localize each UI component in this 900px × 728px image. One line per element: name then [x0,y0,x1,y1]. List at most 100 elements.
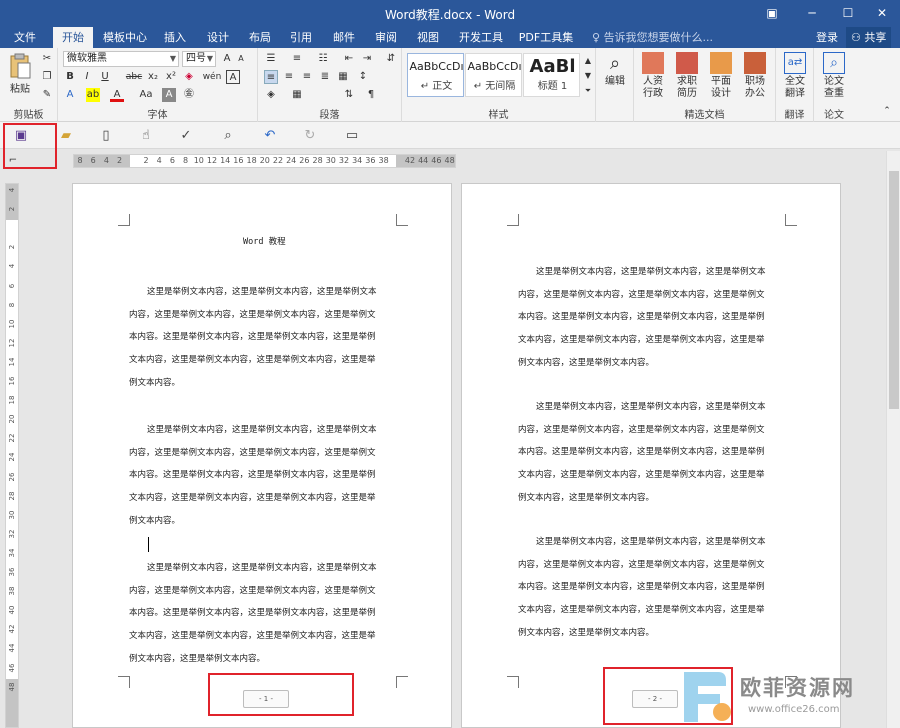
chinese-layout-icon[interactable]: ⇵ [384,52,398,66]
ruler-tick-label: 6 [169,156,175,165]
format-painter-icon[interactable]: ✎ [40,88,54,102]
tell-me-box[interactable]: ♀ 告诉我您想要做什么... [592,27,713,48]
multilevel-list-icon[interactable]: ☷ [316,52,330,66]
increase-indent-icon[interactable]: ⇥ [360,52,374,66]
p1-paragraph-1: 这里是举例文本内容，这里是举例文本内容，这里是举例文本 内容，这里是举例文本内容，… [129,287,377,388]
graphic-design-button[interactable]: 平面设计 [705,52,737,100]
align-center-icon[interactable]: ≡ [282,70,296,84]
styles-more-icon[interactable]: ⏷ [581,84,595,98]
char-border-button[interactable]: A [226,70,240,84]
document-page-2[interactable]: 这里是举例文本内容，这里是举例文本内容，这里是举例文本 内容，这里是举例文本内容，… [461,183,841,728]
style-normal[interactable]: AaBbCcDı ↵ 正文 [407,53,464,97]
decrease-indent-icon[interactable]: ⇤ [342,52,356,66]
maximize-icon[interactable]: ☐ [832,0,864,27]
office-work-button[interactable]: 职场办公 [739,52,771,100]
shading-icon[interactable]: ◈ [264,88,278,102]
login-link[interactable]: 登录 [816,27,838,48]
touch-mode-icon[interactable]: ☝ [138,128,154,144]
font-group: 微软雅黑 ▼ 四号 ▼ A A B I U abc x₂ x² ◈ wén A A … [58,48,258,122]
bullets-icon[interactable]: ☰ [264,52,278,66]
phonetic-guide-button[interactable]: wén [202,70,222,84]
collapse-ribbon-icon[interactable]: ⌃ [880,104,894,118]
ribbon-display-icon[interactable]: ▣ [756,0,788,27]
ruler-tick-label: 26 [8,472,16,481]
tab-pdf-tools[interactable]: PDF工具集 [516,27,576,48]
open-icon[interactable]: ▰ [58,128,74,144]
tab-insert[interactable]: 插入 [157,27,193,48]
tab-review[interactable]: 审阅 [368,27,404,48]
tab-home[interactable]: 开始 [53,27,93,48]
ruler-tick-label: 8 [183,156,189,165]
font-grow-icon[interactable]: A [220,52,234,66]
vertical-scrollbar[interactable] [886,151,900,728]
ruler-tick-label: 20 [259,156,270,165]
clear-format-icon[interactable]: ◈ [182,70,196,84]
highlight-icon[interactable]: ab [86,88,100,102]
vertical-ruler[interactable]: 4 2 2 4 6 8 10 12 14 16 18 20 22 24 26 28 30 32 34 36 38 40 42… [5,183,19,728]
show-marks-icon[interactable]: ¶ [364,88,378,102]
tab-mailings[interactable]: 邮件 [326,27,362,48]
italic-button[interactable]: I [80,70,94,84]
borders-icon[interactable]: ▦ [290,88,304,102]
ruler-tick-label: 10 [8,319,16,329]
print-preview-icon[interactable]: ⌕ [220,128,236,144]
horizontal-ruler[interactable]: 8 6 4 2 2 4 6 8 10 12 14 16 18 20 22 24 26 28 30 32 34 36 38 42… [73,154,456,168]
tab-view[interactable]: 视图 [410,27,446,48]
font-size-select[interactable]: 四号 ▼ [182,51,216,67]
style-no-spacing[interactable]: AaBbCcDı ↵ 无间隔 [465,53,522,97]
p1-paragraph-3: 这里是举例文本内容，这里是举例文本内容，这里是举例文本 内容，这里是举例文本内容，… [129,563,377,664]
underline-button[interactable]: U [98,70,112,84]
styles-scroll-down-icon[interactable]: ▼ [581,69,595,83]
strikethrough-button[interactable]: abc [124,70,144,84]
tab-file[interactable]: 文件 [6,27,44,48]
change-case-button[interactable]: Aa [136,88,156,102]
align-right-icon[interactable]: ≡ [300,70,314,84]
close-icon[interactable]: ✕ [866,0,898,27]
screen-icon[interactable]: ▭ [344,128,360,144]
font-name-select[interactable]: 微软雅黑 ▼ [63,51,179,67]
minimize-icon[interactable]: ─ [796,0,828,27]
text-effect-icon[interactable]: A [63,88,77,102]
share-button[interactable]: ⚇ 共享 [846,27,892,48]
justify-icon[interactable]: ≣ [318,70,332,84]
char-shading-button[interactable]: A [162,88,176,102]
styles-scroll-up-icon[interactable]: ▲ [581,54,595,68]
copy-icon[interactable]: ❐ [40,70,54,84]
sort-icon[interactable]: ⇅ [342,88,356,102]
scrollbar-thumb[interactable] [889,171,899,409]
clipboard-group: 粘贴 ✂ ❐ ✎ 剪贴板 [0,48,58,122]
resume-doc-icon [676,52,698,74]
full-translate-button[interactable]: a⇄ 全文翻译 [779,52,811,100]
title-bar: Word教程.docx - Word ▣ ─ ☐ ✕ [0,0,900,27]
tab-template-center[interactable]: 模板中心 [99,27,151,48]
ruler-tick-label: 4 [8,187,16,193]
font-color-icon[interactable]: A [110,88,124,102]
distributed-icon[interactable]: ▦ [336,70,350,84]
redo-icon[interactable]: ↻ [302,128,318,144]
brand-logo-icon [684,672,731,722]
undo-icon[interactable]: ↶ [262,128,278,144]
paste-button[interactable]: 粘贴 [6,52,34,96]
cut-icon[interactable]: ✂ [40,52,54,66]
new-document-icon[interactable]: ▯ [98,128,114,144]
document-page-1[interactable]: Word 教程 这里是举例文本内容，这里是举例文本内容，这里是举例文本 内容，这里… [72,183,452,728]
font-shrink-icon[interactable]: A [234,52,248,66]
resume-button[interactable]: 求职简历 [671,52,703,100]
numbering-icon[interactable]: ≡ [290,52,304,66]
design-doc-icon [710,52,732,74]
tab-references[interactable]: 引用 [283,27,319,48]
line-spacing-icon[interactable]: ↕ [356,70,370,84]
plagiarism-check-button[interactable]: ⌕ 论文查重 [818,52,850,100]
enclose-char-icon[interactable]: ㊎ [182,88,196,102]
style-heading-1[interactable]: AaBl 标题 1 [523,53,580,97]
superscript-button[interactable]: x² [164,70,178,84]
subscript-button[interactable]: x₂ [146,70,160,84]
tab-developer[interactable]: 开发工具 [454,27,508,48]
tab-layout[interactable]: 布局 [242,27,278,48]
hr-admin-button[interactable]: 人资行政 [637,52,669,100]
bold-button[interactable]: B [63,70,77,84]
align-left-icon[interactable]: ≡ [264,70,278,84]
editing-button[interactable]: ⌕ 编辑 [600,52,630,88]
spelling-check-icon[interactable]: ✓ [178,128,194,144]
tab-design[interactable]: 设计 [200,27,236,48]
